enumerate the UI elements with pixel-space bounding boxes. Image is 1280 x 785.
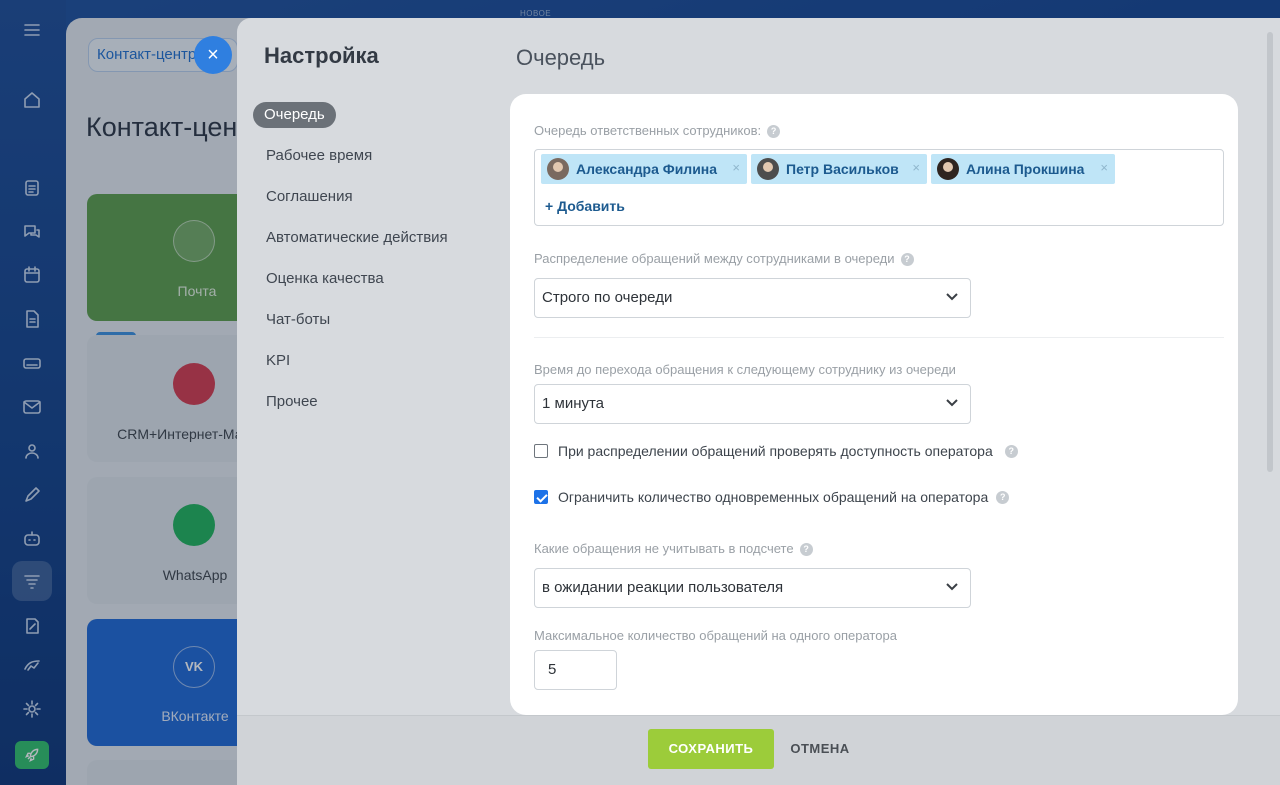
timeout-label: Время до перехода обращения к следующему… (534, 362, 956, 377)
nav-item-automatic-actions[interactable]: Автоматические действия (253, 225, 448, 266)
check-availability-checkbox[interactable] (534, 444, 548, 458)
footer-bar: СОХРАНИТЬ ОТМЕНА (237, 715, 1280, 785)
max-label: Максимальное количество обращений на одн… (534, 628, 897, 643)
limit-row[interactable]: Ограничить количество одновременных обра… (534, 489, 1010, 505)
nav-item-kpi[interactable]: KPI (253, 348, 448, 389)
user-name: Алина Прокшина (966, 161, 1085, 177)
help-icon[interactable]: ? (1004, 444, 1018, 458)
nav-item-agreements[interactable]: Соглашения (253, 184, 448, 225)
user-chip: Петр Васильков × (751, 154, 927, 184)
section-title: Очередь (516, 45, 606, 70)
limit-checkbox[interactable] (534, 490, 548, 504)
remove-user-icon[interactable]: × (732, 160, 740, 175)
queue-users-field[interactable]: Александра Филина × Петр Васильков × Али… (534, 149, 1224, 226)
avatar (757, 158, 779, 180)
exclude-label: Какие обращения не учитывать в подсчете? (534, 541, 813, 557)
help-icon[interactable]: ? (900, 253, 914, 267)
avatar (547, 158, 569, 180)
save-button[interactable]: СОХРАНИТЬ (648, 729, 774, 769)
settings-title: Настройка (264, 43, 379, 68)
queue-settings-card: Очередь ответственных сотрудников:? Алек… (510, 94, 1238, 715)
nav-item-other[interactable]: Прочее (253, 389, 448, 430)
max-requests-input[interactable]: 5 (534, 650, 617, 690)
cancel-button[interactable]: ОТМЕНА (785, 729, 855, 769)
remove-user-icon[interactable]: × (1100, 160, 1108, 175)
user-chip: Александра Филина × (541, 154, 747, 184)
add-user-button[interactable]: + Добавить (545, 198, 625, 214)
user-name: Петр Васильков (786, 161, 899, 177)
nav-item-quality-rating[interactable]: Оценка качества (253, 266, 448, 307)
distribution-label: Распределение обращений между сотрудника… (534, 251, 914, 267)
timeout-select[interactable]: 1 минута (534, 384, 971, 424)
settings-nav: Очередь Рабочее время Соглашения Автомат… (253, 102, 448, 430)
divider (534, 337, 1224, 338)
help-icon[interactable]: ? (767, 125, 781, 139)
settings-slider: Настройка Очередь Рабочее время Соглашен… (237, 18, 1280, 785)
distribution-value: Строго по очереди (542, 289, 673, 306)
help-icon[interactable]: ? (996, 490, 1010, 504)
scrollbar[interactable] (1267, 32, 1273, 472)
nav-item-chatbots[interactable]: Чат-боты (253, 307, 448, 348)
check-availability-row[interactable]: При распределении обращений проверять до… (534, 443, 1018, 459)
avatar (937, 158, 959, 180)
user-chip: Алина Прокшина × (931, 154, 1115, 184)
chevron-down-icon (946, 293, 958, 301)
nav-item-queue[interactable]: Очередь (253, 102, 448, 143)
exclude-value: в ожидании реакции пользователя (542, 579, 784, 596)
limit-label: Ограничить количество одновременных обра… (558, 489, 989, 505)
close-slider-button[interactable]: × (194, 36, 232, 74)
queue-label: Очередь ответственных сотрудников:? (534, 123, 781, 139)
nav-item-working-time[interactable]: Рабочее время (253, 143, 448, 184)
distribution-select[interactable]: Строго по очереди (534, 278, 971, 318)
exclude-select[interactable]: в ожидании реакции пользователя (534, 568, 971, 608)
chevron-down-icon (946, 399, 958, 407)
chevron-down-icon (946, 583, 958, 591)
check-availability-label: При распределении обращений проверять до… (558, 443, 993, 459)
user-name: Александра Филина (576, 161, 718, 177)
timeout-value: 1 минута (542, 395, 605, 412)
remove-user-icon[interactable]: × (912, 160, 920, 175)
help-icon[interactable]: ? (799, 543, 813, 557)
